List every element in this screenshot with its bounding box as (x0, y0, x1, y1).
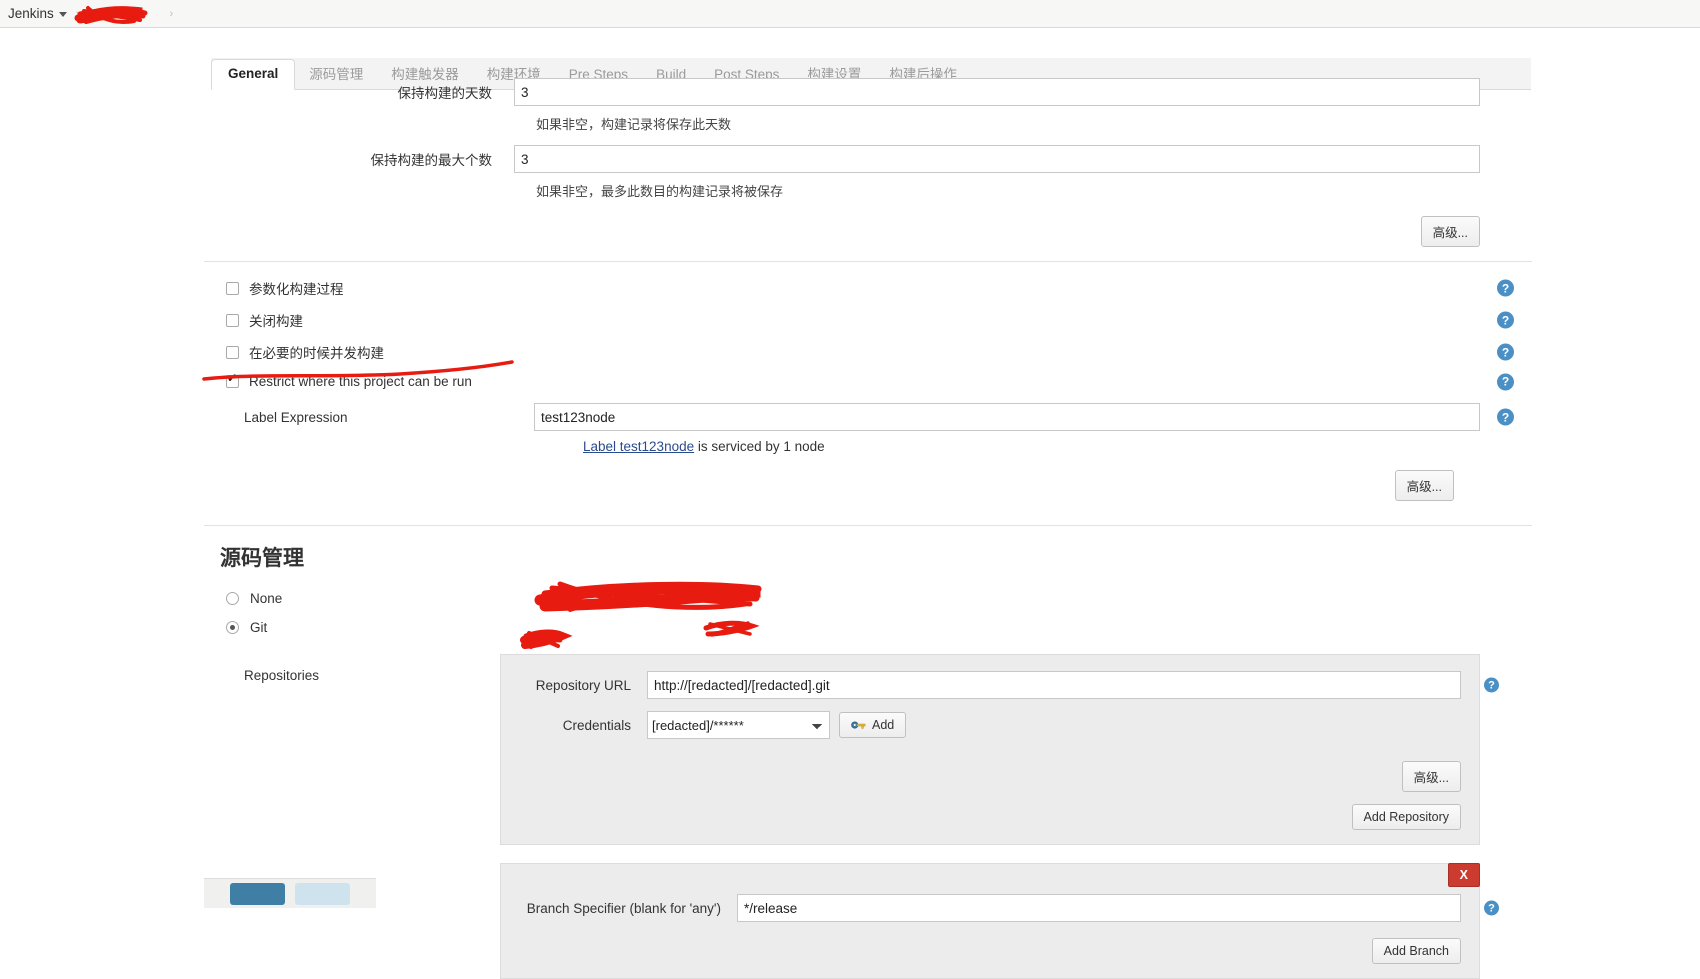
help-icon-repository-url[interactable]: ? (1484, 677, 1499, 693)
apply-button[interactable] (295, 882, 350, 905)
checkbox-label-restrict-node: Restrict where this project can be run (249, 374, 472, 389)
checkbox-row-disable-build[interactable]: 关闭构建 ? (204, 304, 1532, 336)
repositories-label: Repositories (244, 668, 320, 683)
config-form: 保持构建的天数 如果非空，构建记录将保存此天数 保持构建的最大个数 如果非空，最… (204, 78, 1532, 979)
label-node-link[interactable]: Label test123node (583, 439, 694, 454)
radio-label-none: None (250, 591, 283, 606)
checkbox-row-concurrent-build[interactable]: 在必要的时候并发构建 ? (204, 336, 1532, 368)
max-builds-help: 如果非空，最多此数目的构建记录将被保存 (536, 184, 784, 199)
label-expression-label: Label Expression (244, 409, 348, 425)
checkbox-disable-build[interactable] (226, 313, 239, 327)
help-icon-branch-specifier[interactable]: ? (1484, 900, 1499, 916)
scm-section-heading: 源码管理 (220, 547, 304, 570)
help-icon-parameterized[interactable]: ? (1497, 279, 1514, 297)
repo-advanced-row: 高级... (519, 761, 1461, 792)
help-icon-restrict-node[interactable]: ? (1497, 373, 1514, 390)
repositories-block: Repositories Repository URL ? Credential… (220, 654, 1532, 845)
checkbox-restrict-node[interactable] (226, 372, 239, 388)
checkbox-concurrent-build[interactable] (226, 345, 239, 359)
checkbox-label-concurrent-build: 在必要的时候并发构建 (249, 346, 384, 361)
add-branch-button[interactable]: Add Branch (1371, 938, 1461, 964)
label-expression-validation: Label test123node is serviced by 1 node (204, 433, 1532, 458)
branch-specifier-row: Branch Specifier (blank for 'any') ? (519, 894, 1499, 922)
form-bottom-bar (204, 878, 376, 908)
checkbox-row-parameterized[interactable]: 参数化构建过程 ? (204, 272, 1532, 304)
divider-1 (204, 261, 1532, 262)
radio-scm-git[interactable] (226, 621, 239, 634)
max-builds-row: 保持构建的最大个数 (204, 143, 1532, 175)
label-node-validation-text: is serviced by 1 node (694, 439, 825, 454)
chevron-down-icon[interactable] (58, 11, 67, 17)
repository-url-row: Repository URL ? (519, 671, 1499, 699)
branch-specifier-label: Branch Specifier (blank for 'any') (526, 900, 721, 916)
days-to-keep-help: 如果非空，构建记录将保存此天数 (536, 117, 732, 132)
branches-panel: X Branch Specifier (blank for 'any') ? A… (500, 863, 1499, 979)
add-credentials-label: Add (872, 718, 895, 732)
radio-label-git: Git (250, 620, 268, 635)
days-to-keep-label: 保持构建的天数 (397, 86, 493, 101)
help-icon-concurrent-build[interactable]: ? (1497, 343, 1514, 361)
checkbox-label-disable-build: 关闭构建 (249, 314, 303, 329)
save-button[interactable] (230, 882, 285, 905)
label-expression-input[interactable] (534, 403, 1480, 431)
branch-specifier-input[interactable] (737, 894, 1461, 922)
add-repository-button[interactable]: Add Repository (1351, 804, 1461, 830)
credentials-select[interactable]: [redacted]/****** (647, 711, 830, 739)
radio-row-none[interactable]: None (204, 584, 1532, 613)
advanced-button-restrict[interactable]: 高级... (1394, 470, 1454, 501)
days-to-keep-row: 保持构建的天数 (204, 76, 1532, 108)
breadcrumb: Jenkins › › (0, 0, 1700, 28)
branches-block: Branches to build X Branch Specifier (bl… (220, 863, 1532, 979)
label-expression-row: Label Expression ? (204, 401, 1532, 433)
checkbox-label-parameterized: 参数化构建过程 (249, 282, 344, 297)
right-gutter (1532, 56, 1700, 908)
max-builds-label: 保持构建的最大个数 (370, 153, 493, 168)
add-credentials-button[interactable]: Add (839, 712, 907, 738)
breadcrumb-separator-2: › (169, 7, 174, 20)
breadcrumb-root[interactable]: Jenkins (8, 6, 67, 21)
advanced-button-repository[interactable]: 高级... (1401, 761, 1461, 792)
breadcrumb-redacted-item[interactable] (88, 7, 160, 20)
repository-url-input[interactable] (647, 671, 1461, 699)
repository-url-label: Repository URL (535, 677, 631, 693)
advanced-button-general[interactable]: 高级... (1420, 216, 1480, 247)
breadcrumb-root-label: Jenkins (8, 6, 54, 21)
left-gutter (0, 56, 204, 908)
advanced-row-1: 高级... (204, 210, 1532, 253)
checkbox-parameterized[interactable] (226, 281, 239, 295)
credentials-label: Credentials (562, 717, 631, 733)
radio-row-git[interactable]: Git (204, 613, 1532, 642)
delete-branch-button[interactable]: X (1447, 863, 1480, 887)
radio-scm-none[interactable] (226, 592, 239, 605)
max-builds-input[interactable] (514, 145, 1480, 173)
key-icon (851, 721, 866, 729)
breadcrumb-separator-1: › (75, 7, 80, 20)
add-repository-row: Add Repository (519, 804, 1461, 830)
add-branch-row: Add Branch (519, 938, 1461, 964)
advanced-row-2: 高级... (204, 458, 1532, 507)
credentials-row: Credentials [redacted]/****** Add (519, 711, 1461, 739)
help-icon-label-expression[interactable]: ? (1497, 408, 1514, 426)
repositories-panel: Repository URL ? Credentials [redacted]/… (500, 654, 1499, 845)
days-to-keep-input[interactable] (514, 78, 1480, 106)
help-icon-disable-build[interactable]: ? (1497, 311, 1514, 329)
checkbox-row-restrict-node[interactable]: Restrict where this project can be run ? (204, 368, 1532, 395)
